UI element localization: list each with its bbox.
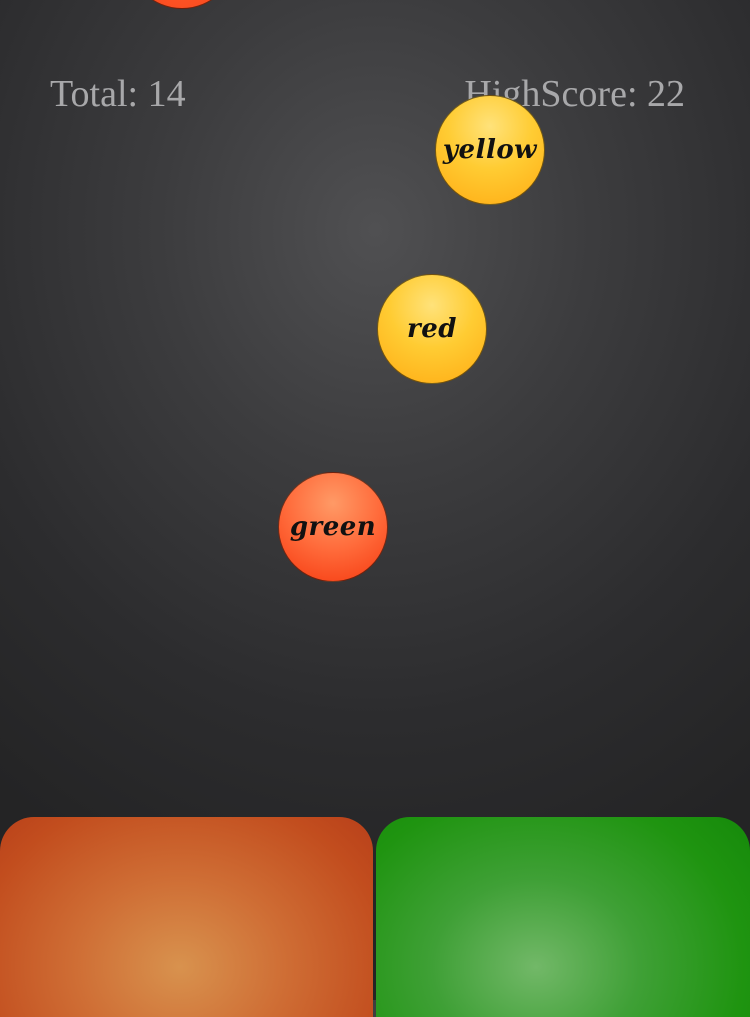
orange-color-pad[interactable] — [0, 817, 373, 1017]
falling-ball-yellow-word[interactable]: yellow — [435, 95, 545, 205]
falling-ball-offscreen[interactable] — [127, 0, 237, 9]
falling-ball-red-word[interactable]: red — [377, 274, 487, 384]
ball-word: red — [407, 314, 457, 344]
ball-word: yellow — [442, 135, 538, 165]
green-color-pad[interactable] — [376, 817, 750, 1017]
falling-ball-green-word[interactable]: green — [278, 472, 388, 582]
total-score: Total: 14 — [50, 73, 186, 115]
ball-word: green — [289, 512, 377, 542]
